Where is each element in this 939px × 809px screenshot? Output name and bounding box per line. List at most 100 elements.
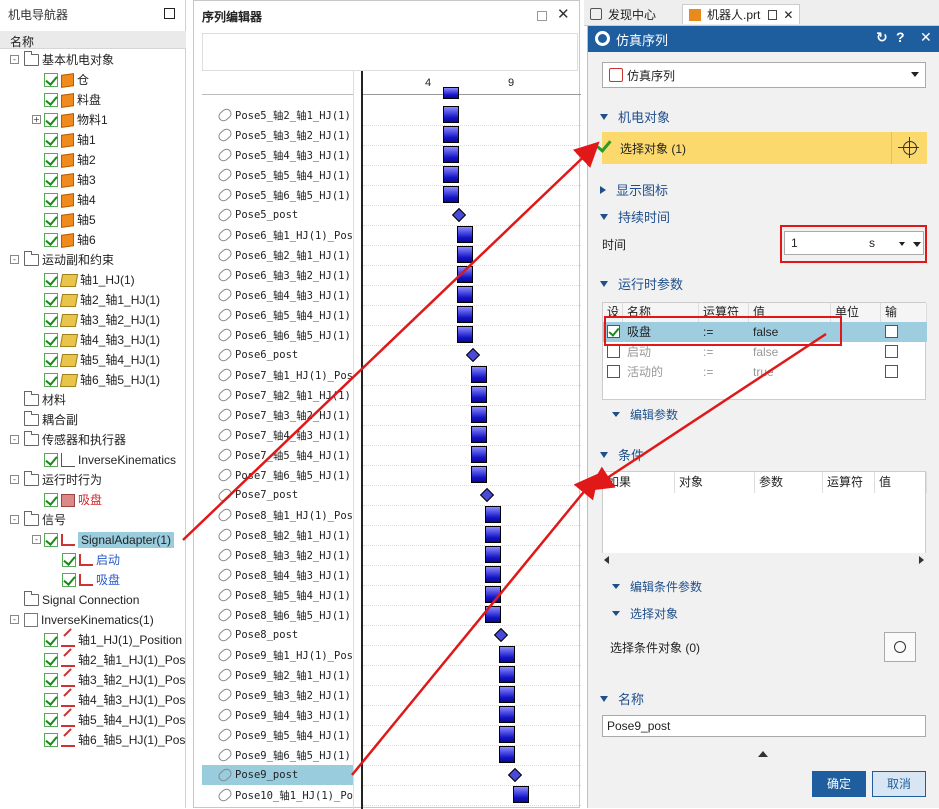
- tree-node[interactable]: 轴3: [44, 170, 96, 190]
- sequence-block[interactable]: [499, 686, 515, 703]
- sequence-row[interactable]: Pose8_轴1_HJ(1)_Pos: [202, 505, 353, 525]
- sequence-row[interactable]: Pose7_post: [202, 485, 353, 505]
- sequence-block[interactable]: [485, 546, 501, 563]
- param-set-checkbox[interactable]: [607, 365, 620, 378]
- sequence-block[interactable]: [457, 286, 473, 303]
- tree-node[interactable]: - 信号: [10, 510, 66, 530]
- gantt-chart[interactable]: 4 9: [361, 71, 581, 809]
- section-condition[interactable]: 条件: [600, 445, 644, 464]
- checkbox[interactable]: [44, 453, 58, 467]
- scroll-left-icon[interactable]: [604, 556, 609, 564]
- tree-node[interactable]: 轴2: [44, 150, 96, 170]
- sequence-row[interactable]: Pose7_轴5_轴4_HJ(1): [202, 445, 353, 465]
- sequence-row[interactable]: Pose5_轴2_轴1_HJ(1): [202, 105, 353, 125]
- tree-node[interactable]: - 基本机电对象: [10, 50, 114, 70]
- close-icon[interactable]: ✕: [783, 8, 793, 22]
- sequence-row[interactable]: Pose9_轴6_轴5_HJ(1): [202, 745, 353, 765]
- sequence-block[interactable]: [471, 406, 487, 423]
- close-icon[interactable]: ✕: [557, 5, 570, 23]
- checkbox[interactable]: [44, 693, 58, 707]
- tree-node[interactable]: 轴6_轴5_HJ(1)_Pos: [44, 730, 185, 750]
- param-out-checkbox[interactable]: [885, 325, 898, 338]
- checkbox[interactable]: [44, 493, 58, 507]
- sequence-block[interactable]: [485, 566, 501, 583]
- collapse-icon[interactable]: -: [32, 535, 41, 544]
- tree-node[interactable]: Signal Connection: [24, 590, 139, 610]
- checkbox[interactable]: [44, 313, 58, 327]
- tree-node[interactable]: - 运动副和约束: [10, 250, 114, 270]
- sequence-row[interactable]: Pose5_post: [202, 205, 353, 225]
- sequence-row[interactable]: Pose5_轴5_轴4_HJ(1): [202, 165, 353, 185]
- checkbox[interactable]: [44, 353, 58, 367]
- sequence-block[interactable]: [443, 87, 459, 99]
- expand-icon[interactable]: +: [32, 115, 41, 124]
- tab-robot-part[interactable]: 机器人.prt ✕: [682, 4, 801, 24]
- sequence-row[interactable]: Pose8_轴2_轴1_HJ(1): [202, 525, 353, 545]
- tree-node[interactable]: 轴5: [44, 210, 96, 230]
- checkbox[interactable]: [44, 333, 58, 347]
- checkbox[interactable]: [44, 713, 58, 727]
- collapse-icon[interactable]: -: [10, 515, 19, 524]
- sequence-row[interactable]: Pose6_轴5_轴4_HJ(1): [202, 305, 353, 325]
- sequence-block[interactable]: [471, 446, 487, 463]
- sequence-row[interactable]: Pose9_轴3_轴2_HJ(1): [202, 685, 353, 705]
- sequence-marker[interactable]: [451, 207, 467, 223]
- collapse-icon[interactable]: -: [10, 255, 19, 264]
- tree-node[interactable]: 轴1_HJ(1)_Position: [44, 630, 182, 650]
- checkbox[interactable]: [44, 733, 58, 747]
- checkbox[interactable]: [44, 533, 58, 547]
- sequence-marker[interactable]: [507, 767, 523, 783]
- param-set-checkbox[interactable]: [607, 345, 620, 358]
- sequence-row[interactable]: Pose10_轴1_HJ(1)_Po: [202, 785, 353, 805]
- sequence-block[interactable]: [457, 246, 473, 263]
- edit-condition-params-toggle[interactable]: 编辑条件参数: [612, 578, 702, 595]
- sequence-type-select[interactable]: 仿真序列: [602, 62, 926, 88]
- maximize-icon[interactable]: [537, 11, 547, 21]
- sequence-block[interactable]: [443, 106, 459, 123]
- section-display-icon[interactable]: 显示图标: [600, 180, 668, 199]
- tree-node[interactable]: 轴3_轴2_HJ(1): [44, 310, 160, 330]
- sequence-block[interactable]: [499, 646, 515, 663]
- checkbox[interactable]: [44, 173, 58, 187]
- sequence-block[interactable]: [499, 666, 515, 683]
- sequence-row[interactable]: Pose8_post: [202, 625, 353, 645]
- sequence-row[interactable]: Pose7_轴2_轴1_HJ(1): [202, 385, 353, 405]
- sequence-block[interactable]: [471, 466, 487, 483]
- sequence-block[interactable]: [499, 746, 515, 763]
- crosshair-button[interactable]: [884, 632, 916, 662]
- tree-node[interactable]: 轴5_轴4_HJ(1)_Pos: [44, 710, 185, 730]
- sequence-row[interactable]: Pose9_轴4_轴3_HJ(1): [202, 705, 353, 725]
- collapse-icon[interactable]: -: [10, 615, 19, 624]
- sequence-row[interactable]: Pose7_轴1_HJ(1)_Pos: [202, 365, 353, 385]
- checkbox[interactable]: [44, 633, 58, 647]
- scroll-right-icon[interactable]: [919, 556, 924, 564]
- param-row[interactable]: 活动的:= true: [603, 362, 927, 382]
- checkbox[interactable]: [44, 193, 58, 207]
- sequence-block[interactable]: [443, 126, 459, 143]
- tree-node[interactable]: 轴2_轴1_HJ(1): [44, 290, 160, 310]
- sequence-block[interactable]: [443, 186, 459, 203]
- collapse-icon[interactable]: -: [10, 475, 19, 484]
- sequence-row[interactable]: Pose6_轴6_轴5_HJ(1): [202, 325, 353, 345]
- tree-node[interactable]: 耦合副: [24, 410, 78, 430]
- checkbox[interactable]: [44, 653, 58, 667]
- section-mechatronic-object[interactable]: 机电对象: [600, 107, 670, 126]
- sequence-row[interactable]: Pose6_轴4_轴3_HJ(1): [202, 285, 353, 305]
- tree-node[interactable]: 轴6: [44, 230, 96, 250]
- checkbox[interactable]: [44, 233, 58, 247]
- sequence-row[interactable]: Pose9_轴2_轴1_HJ(1): [202, 665, 353, 685]
- sequence-row[interactable]: Pose7_轴6_轴5_HJ(1): [202, 465, 353, 485]
- sequence-row[interactable]: Pose9_轴5_轴4_HJ(1): [202, 725, 353, 745]
- tab-menu-icon[interactable]: [768, 9, 778, 20]
- sequence-row[interactable]: Pose6_post: [202, 345, 353, 365]
- sequence-marker[interactable]: [493, 627, 509, 643]
- sequence-row[interactable]: Pose6_轴1_HJ(1)_Pos: [202, 225, 353, 245]
- maximize-icon[interactable]: [164, 8, 175, 19]
- sequence-block[interactable]: [485, 606, 501, 623]
- name-input[interactable]: Pose9_post: [602, 715, 926, 737]
- tab-discovery-center[interactable]: 发现中心: [590, 4, 656, 24]
- select-object-subsection[interactable]: 选择对象: [612, 605, 678, 622]
- horizontal-scrollbar[interactable]: [602, 553, 926, 567]
- tree-node[interactable]: 材料: [24, 390, 66, 410]
- sequence-marker[interactable]: [479, 487, 495, 503]
